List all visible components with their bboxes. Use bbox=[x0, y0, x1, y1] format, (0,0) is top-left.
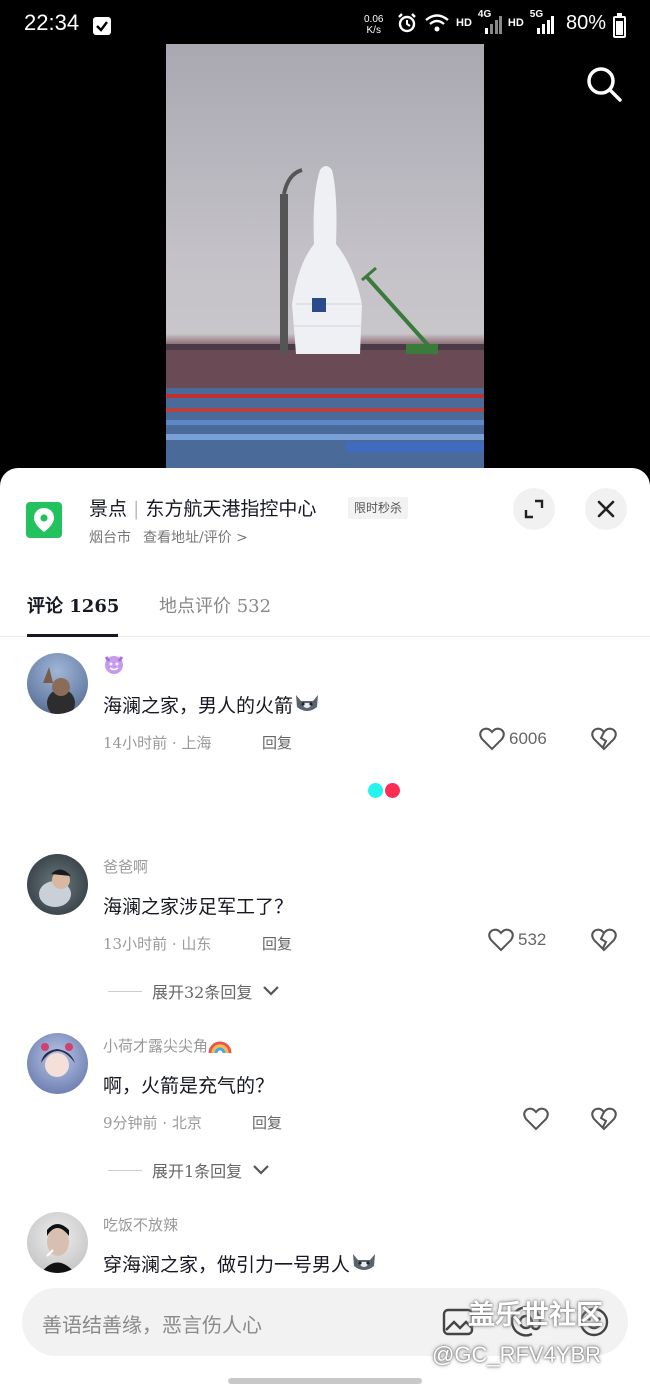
chevron-down-icon bbox=[263, 986, 280, 996]
comment-username[interactable]: 小荷才露尖尖角 bbox=[103, 1035, 232, 1056]
signal-5g-icon: 5G bbox=[530, 9, 554, 34]
broken-heart-icon bbox=[591, 727, 617, 751]
loading-indicator bbox=[368, 783, 400, 798]
search-icon[interactable] bbox=[584, 64, 624, 108]
watermark-community: 盖乐世社区 bbox=[468, 1300, 603, 1331]
husky-emoji-icon bbox=[293, 691, 319, 713]
status-bar: 22:34 0.06 K/s HD 4G HD 5G 80% bbox=[0, 0, 650, 44]
dislike-button[interactable] bbox=[591, 727, 617, 755]
hd1-label: HD bbox=[456, 17, 472, 29]
status-time: 22:34 bbox=[24, 10, 80, 35]
gesture-nav-bar[interactable] bbox=[228, 1378, 422, 1384]
broken-heart-icon bbox=[591, 1107, 617, 1131]
avatar[interactable] bbox=[27, 653, 88, 714]
comment-time-location: 14小时前 · 上海 bbox=[103, 734, 212, 752]
expand-replies-button[interactable]: 展开1条回复 bbox=[108, 1158, 270, 1182]
poi-name: 东方航天港指控中心 bbox=[145, 498, 317, 520]
net-speed-unit: K/s bbox=[366, 25, 381, 36]
divider-line bbox=[108, 1169, 142, 1171]
heart-icon bbox=[488, 928, 514, 952]
comment-sheet: 景点 | 东方航天港指控中心 限时秒杀 烟台市 查看地址/评价 > 评论 1265 地… bbox=[0, 468, 650, 1394]
poi-title[interactable]: 景点 | 东方航天港指控中心 bbox=[89, 494, 316, 521]
comment-time-location: 13小时前 · 山东 bbox=[103, 935, 212, 953]
chevron-down-icon bbox=[253, 1165, 269, 1175]
broken-heart-icon bbox=[591, 928, 617, 952]
dislike-button[interactable] bbox=[591, 928, 617, 956]
poi-separator: | bbox=[133, 498, 140, 520]
expand-button[interactable] bbox=[513, 488, 555, 530]
comment-input-placeholder[interactable]: 善语结善缘，恶言伤人心 bbox=[42, 1309, 262, 1338]
notification-check-icon bbox=[93, 17, 111, 35]
heart-icon bbox=[479, 727, 505, 751]
active-tab-indicator bbox=[27, 634, 118, 637]
comment-username[interactable]: 爸爸啊 bbox=[103, 856, 148, 877]
close-button[interactable] bbox=[585, 488, 627, 530]
poi-address-link[interactable]: 查看地址/评价 > bbox=[143, 530, 248, 546]
expand-replies-button[interactable]: 展开32条回复 bbox=[108, 979, 280, 1003]
location-pin-icon bbox=[26, 502, 62, 538]
dislike-button[interactable] bbox=[591, 1107, 617, 1135]
comment-time-location: 9分钟前 · 北京 bbox=[103, 1114, 202, 1132]
heart-icon bbox=[523, 1107, 549, 1131]
comment-text-content: 海澜之家，男人的火箭 bbox=[103, 695, 294, 717]
avatar[interactable] bbox=[27, 854, 88, 915]
expand-replies-label: 展开1条回复 bbox=[152, 1162, 243, 1181]
reply-button[interactable]: 回复 bbox=[262, 933, 292, 954]
flash-sale-badge[interactable]: 限时秒杀 bbox=[348, 497, 409, 519]
close-icon bbox=[597, 500, 615, 518]
tab-bar: 评论 1265 地点评价 532 bbox=[0, 580, 650, 637]
tab-place-reviews[interactable]: 地点评价 532 bbox=[159, 592, 271, 618]
like-button[interactable]: 6006 bbox=[479, 727, 547, 751]
comment-username-text: 小荷才露尖尖角 bbox=[103, 1037, 209, 1055]
comment-text: 海澜之家涉足军工了？ bbox=[103, 896, 294, 918]
loading-dot-red bbox=[385, 783, 400, 798]
husky-emoji-icon bbox=[350, 1250, 376, 1272]
rainbow-emoji-icon bbox=[208, 1041, 232, 1054]
comment-username[interactable]: 吃饭不放辣 bbox=[103, 1214, 178, 1235]
like-button[interactable]: 532 bbox=[488, 928, 546, 952]
reply-button[interactable]: 回复 bbox=[262, 732, 292, 753]
watermark-user: @GC_RFV4YBR bbox=[432, 1342, 602, 1367]
avatar[interactable] bbox=[27, 1033, 88, 1094]
wifi-icon bbox=[425, 14, 449, 32]
reply-button[interactable]: 回复 bbox=[252, 1112, 282, 1133]
status-icons: HD 4G HD 5G bbox=[396, 9, 554, 34]
comment-text: 穿海澜之家，做引力一号男人 bbox=[103, 1250, 376, 1277]
expand-icon bbox=[524, 499, 544, 519]
rocket-scene-image bbox=[166, 166, 484, 470]
like-button[interactable] bbox=[523, 1107, 549, 1131]
comment-text: 海澜之家，男人的火箭 bbox=[103, 691, 319, 718]
battery-percent: 80% bbox=[566, 12, 607, 34]
devil-emoji-icon bbox=[103, 653, 125, 679]
expand-replies-label: 展开32条回复 bbox=[152, 983, 253, 1002]
poi-subtitle[interactable]: 烟台市 查看地址/评价 > bbox=[89, 527, 248, 547]
battery-icon bbox=[613, 13, 626, 38]
tab-comments[interactable]: 评论 1265 bbox=[27, 592, 119, 618]
like-count: 532 bbox=[518, 930, 547, 949]
video-player[interactable] bbox=[166, 44, 484, 470]
signal-4g-icon: 4G bbox=[478, 9, 502, 34]
hd2-label: HD bbox=[507, 17, 524, 29]
avatar[interactable] bbox=[27, 1212, 88, 1273]
net-speed-value: 0.06 bbox=[364, 14, 384, 25]
net-speed: 0.06 K/s bbox=[364, 14, 383, 36]
comment-text: 啊，火箭是充气的？ bbox=[103, 1075, 275, 1097]
loading-dot-cyan bbox=[368, 783, 383, 798]
comment-text-content: 穿海澜之家，做引力一号男人 bbox=[103, 1254, 351, 1276]
poi-city: 烟台市 bbox=[89, 530, 131, 546]
divider-line bbox=[108, 990, 142, 992]
like-count: 6006 bbox=[509, 729, 547, 748]
alarm-icon bbox=[398, 13, 416, 33]
poi-category: 景点 bbox=[89, 498, 128, 520]
